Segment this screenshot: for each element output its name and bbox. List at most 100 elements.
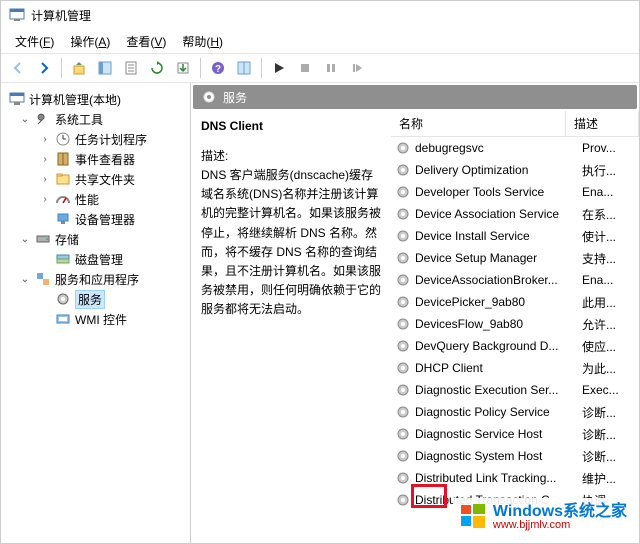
- tree-shared-folders[interactable]: › 共享文件夹: [5, 169, 186, 189]
- stop-button[interactable]: [293, 56, 317, 80]
- service-row[interactable]: Delivery Optimization执行...: [391, 159, 639, 181]
- gear-icon: [395, 360, 411, 376]
- service-desc: 使应...: [582, 338, 635, 355]
- wmi-icon: [55, 311, 71, 327]
- service-row[interactable]: Device Setup Manager支持...: [391, 247, 639, 269]
- toolbar: ?: [1, 53, 639, 83]
- tree-system-tools[interactable]: ⌄ 系统工具: [5, 109, 186, 129]
- service-name: Device Setup Manager: [415, 251, 582, 265]
- menu-help[interactable]: 帮助(H): [174, 31, 231, 52]
- watermark-title: Windows系统之家: [493, 504, 627, 520]
- device-icon: [55, 211, 71, 227]
- back-button[interactable]: [6, 56, 30, 80]
- gear-icon: [395, 382, 411, 398]
- collapse-icon[interactable]: ⌄: [19, 234, 31, 245]
- gear-icon: [395, 294, 411, 310]
- service-row[interactable]: Diagnostic Execution Ser...Exec...: [391, 379, 639, 401]
- export-button[interactable]: [171, 56, 195, 80]
- expand-icon[interactable]: ›: [39, 194, 51, 205]
- gear-icon: [395, 140, 411, 156]
- services-apps-icon: [35, 271, 51, 287]
- service-name: Diagnostic System Host: [415, 449, 582, 463]
- up-button[interactable]: [67, 56, 91, 80]
- shared-folder-icon: [55, 171, 71, 187]
- service-row[interactable]: Device Install Service使计...: [391, 225, 639, 247]
- service-row[interactable]: DevicesFlow_9ab80允许...: [391, 313, 639, 335]
- computer-icon: [9, 91, 25, 107]
- properties-button[interactable]: [119, 56, 143, 80]
- service-row[interactable]: Device Association Service在系...: [391, 203, 639, 225]
- service-desc: Ena...: [582, 185, 635, 199]
- menu-file[interactable]: 文件(F): [7, 31, 62, 52]
- menu-view[interactable]: 查看(V): [118, 31, 174, 52]
- restart-button[interactable]: [345, 56, 369, 80]
- storage-icon: [35, 231, 51, 247]
- help-button[interactable]: ?: [206, 56, 230, 80]
- collapse-icon[interactable]: ⌄: [19, 274, 31, 285]
- tree-label: 共享文件夹: [75, 171, 135, 188]
- tree-wmi[interactable]: WMI 控件: [5, 309, 186, 329]
- expand-icon[interactable]: ›: [39, 174, 51, 185]
- clock-icon: [55, 131, 71, 147]
- service-desc: 诊断...: [582, 448, 635, 465]
- collapse-icon[interactable]: ⌄: [19, 114, 31, 125]
- service-name: debugregsvc: [415, 141, 582, 155]
- forward-button[interactable]: [32, 56, 56, 80]
- gear-icon: [395, 206, 411, 222]
- tree-performance[interactable]: › 性能: [5, 189, 186, 209]
- service-name: Device Association Service: [415, 207, 582, 221]
- start-button[interactable]: [267, 56, 291, 80]
- service-row[interactable]: DevicePicker_9ab80此用...: [391, 291, 639, 313]
- service-row[interactable]: DHCP Client为此...: [391, 357, 639, 379]
- service-row[interactable]: DeviceAssociationBroker...Ena...: [391, 269, 639, 291]
- tree-pane: 计算机管理(本地) ⌄ 系统工具 › 任务计划程序 › 事件查看器 › 共享文件…: [1, 83, 191, 543]
- show-hide-tree-button[interactable]: [93, 56, 117, 80]
- service-desc: Exec...: [582, 383, 635, 397]
- service-list: debugregsvcProv...Delivery Optimization执…: [391, 137, 639, 511]
- tree-disk-management[interactable]: 磁盘管理: [5, 249, 186, 269]
- description-text: DNS 客户端服务(dnscache)缓存域名系统(DNS)名称并注册该计算机的…: [201, 166, 381, 320]
- service-row[interactable]: Diagnostic Policy Service诊断...: [391, 401, 639, 423]
- list-header: 名称 描述: [391, 111, 639, 137]
- service-row[interactable]: Developer Tools ServiceEna...: [391, 181, 639, 203]
- service-row[interactable]: debugregsvcProv...: [391, 137, 639, 159]
- service-row[interactable]: Diagnostic System Host诊断...: [391, 445, 639, 467]
- separator: [61, 58, 62, 78]
- detail-header-title: 服务: [223, 89, 247, 106]
- expand-icon[interactable]: ›: [39, 154, 51, 165]
- tree-device-manager[interactable]: 设备管理器: [5, 209, 186, 229]
- tree-root[interactable]: 计算机管理(本地): [5, 89, 186, 109]
- gear-icon: [55, 291, 71, 307]
- pause-button[interactable]: [319, 56, 343, 80]
- service-row[interactable]: Diagnostic Service Host诊断...: [391, 423, 639, 445]
- service-desc: 诊断...: [582, 426, 635, 443]
- watermark: Windows系统之家 www.bjjmlv.com: [453, 498, 633, 537]
- column-desc[interactable]: 描述: [566, 111, 639, 136]
- tree-storage[interactable]: ⌄ 存储: [5, 229, 186, 249]
- column-name[interactable]: 名称: [391, 111, 566, 136]
- separator: [261, 58, 262, 78]
- menu-action[interactable]: 操作(A): [62, 31, 118, 52]
- service-name: Distributed Link Tracking...: [415, 471, 582, 485]
- refresh-button[interactable]: [145, 56, 169, 80]
- service-desc: 使计...: [582, 228, 635, 245]
- gear-icon: [395, 426, 411, 442]
- tree-label: 任务计划程序: [75, 131, 147, 148]
- service-row[interactable]: DevQuery Background D...使应...: [391, 335, 639, 357]
- service-name: Diagnostic Execution Ser...: [415, 383, 582, 397]
- tree-event-viewer[interactable]: › 事件查看器: [5, 149, 186, 169]
- gear-icon: [395, 184, 411, 200]
- extended-view-button[interactable]: [232, 56, 256, 80]
- tree-label: 设备管理器: [75, 211, 135, 228]
- gear-icon: [395, 162, 411, 178]
- tree-services[interactable]: 服务: [5, 289, 186, 309]
- tree-task-scheduler[interactable]: › 任务计划程序: [5, 129, 186, 149]
- expand-icon[interactable]: ›: [39, 134, 51, 145]
- service-name: DevicePicker_9ab80: [415, 295, 582, 309]
- detail-pane: 服务 DNS Client 描述: DNS 客户端服务(dnscache)缓存域…: [191, 83, 639, 543]
- tree-label: 性能: [75, 191, 99, 208]
- service-desc: 诊断...: [582, 404, 635, 421]
- tree-services-apps[interactable]: ⌄ 服务和应用程序: [5, 269, 186, 289]
- tree-label: 服务和应用程序: [55, 271, 139, 288]
- description-pane: DNS Client 描述: DNS 客户端服务(dnscache)缓存域名系统…: [191, 111, 391, 543]
